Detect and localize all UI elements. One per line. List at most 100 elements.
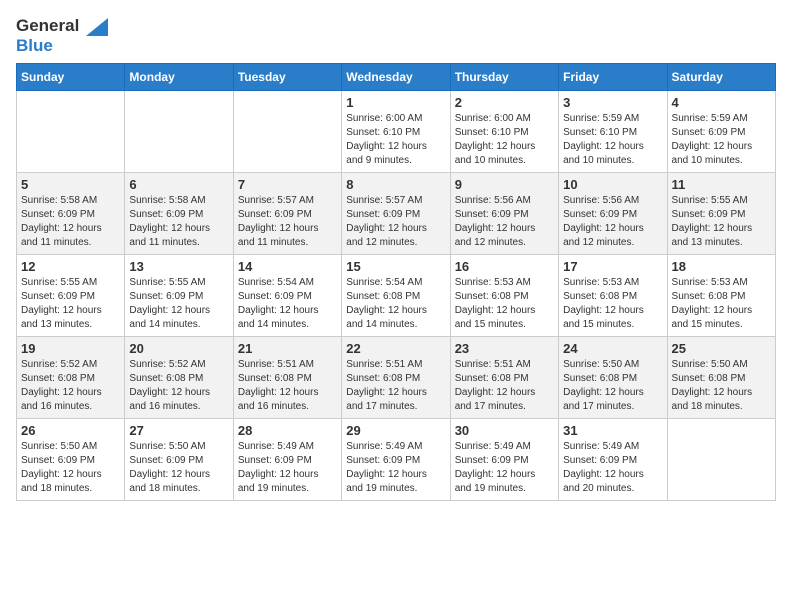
day-info: Sunrise: 5:53 AM Sunset: 6:08 PM Dayligh…: [672, 276, 771, 332]
calendar-cell: 28Sunrise: 5:49 AM Sunset: 6:09 PM Dayli…: [233, 419, 341, 501]
calendar-cell: 30 Sunrise: 5:49 AM Sunset: 6:09 PM Dayli…: [450, 419, 558, 501]
day-info: Sunrise: 5:50 AM Sunset: 6:08 PM Dayligh…: [563, 358, 662, 414]
day-info: Sunrise: 5:54 AM Sunset: 6:08 PM Dayligh…: [346, 276, 445, 332]
day-number: 17: [563, 259, 662, 274]
weekday-header-thursday: Thursday: [450, 64, 558, 91]
day-number: 20: [129, 341, 228, 356]
day-number: 5: [21, 177, 120, 192]
day-number: 6: [129, 177, 228, 192]
calendar-cell: 9 Sunrise: 5:56 AM Sunset: 6:09 PM Daylig…: [450, 173, 558, 255]
day-info: Sunrise: 5:56 AM Sunset: 6:09 PM Dayligh…: [563, 194, 662, 250]
calendar-cell: [125, 91, 233, 173]
calendar-cell: 13 Sunrise: 5:55 AM Sunset: 6:09 PM Dayli…: [125, 255, 233, 337]
day-info: Sunrise: 5:52 AM Sunset: 6:08 PM Dayligh…: [129, 358, 228, 414]
day-info: Sunrise: 5:58 AM Sunset: 6:09 PM Dayligh…: [21, 194, 120, 250]
day-number: 7: [238, 177, 337, 192]
day-number: 19: [21, 341, 120, 356]
calendar-cell: 5 Sunrise: 5:58 AM Sunset: 6:09 PM Daylig…: [17, 173, 125, 255]
day-number: 16: [455, 259, 554, 274]
day-info: Sunrise: 5:51 AM Sunset: 6:08 PM Dayligh…: [238, 358, 337, 414]
day-number: 9: [455, 177, 554, 192]
calendar-cell: 11 Sunrise: 5:55 AM Sunset: 6:09 PM Dayli…: [667, 173, 775, 255]
calendar-cell: 25 Sunrise: 5:50 AM Sunset: 6:08 PM Dayli…: [667, 337, 775, 419]
day-number: 27: [129, 423, 228, 438]
weekday-header-friday: Friday: [559, 64, 667, 91]
day-number: 25: [672, 341, 771, 356]
calendar-week-5: 26 Sunrise: 5:50 AM Sunset: 6:09 PM Dayli…: [17, 419, 776, 501]
calendar-cell: 31 Sunrise: 5:49 AM Sunset: 6:09 PM Dayli…: [559, 419, 667, 501]
day-info: Sunrise: 5:49 AM Sunset: 6:09 PM Dayligh…: [455, 440, 554, 496]
calendar-table: SundayMondayTuesdayWednesdayThursdayFrid…: [16, 63, 776, 501]
calendar-cell: 6Sunrise: 5:58 AM Sunset: 6:09 PM Daylig…: [125, 173, 233, 255]
calendar-cell: 16 Sunrise: 5:53 AM Sunset: 6:08 PM Dayli…: [450, 255, 558, 337]
day-number: 10: [563, 177, 662, 192]
calendar-cell: 15 Sunrise: 5:54 AM Sunset: 6:08 PM Dayli…: [342, 255, 450, 337]
calendar-cell: [233, 91, 341, 173]
calendar-cell: 27 Sunrise: 5:50 AM Sunset: 6:09 PM Dayli…: [125, 419, 233, 501]
weekday-header-saturday: Saturday: [667, 64, 775, 91]
logo-blue: Blue: [16, 36, 108, 56]
weekday-header-monday: Monday: [125, 64, 233, 91]
day-info: Sunrise: 5:51 AM Sunset: 6:08 PM Dayligh…: [346, 358, 445, 414]
day-number: 2: [455, 95, 554, 110]
day-number: 30: [455, 423, 554, 438]
day-info: Sunrise: 5:53 AM Sunset: 6:08 PM Dayligh…: [563, 276, 662, 332]
weekday-header-wednesday: Wednesday: [342, 64, 450, 91]
day-number: 31: [563, 423, 662, 438]
calendar-cell: 8Sunrise: 5:57 AM Sunset: 6:09 PM Daylig…: [342, 173, 450, 255]
day-info: Sunrise: 5:56 AM Sunset: 6:09 PM Dayligh…: [455, 194, 554, 250]
calendar-body: 1 Sunrise: 6:00 AM Sunset: 6:10 PM Daylig…: [17, 91, 776, 501]
calendar-week-1: 1 Sunrise: 6:00 AM Sunset: 6:10 PM Daylig…: [17, 91, 776, 173]
weekday-header-tuesday: Tuesday: [233, 64, 341, 91]
day-number: 23: [455, 341, 554, 356]
day-number: 26: [21, 423, 120, 438]
calendar-cell: 17 Sunrise: 5:53 AM Sunset: 6:08 PM Dayli…: [559, 255, 667, 337]
day-number: 15: [346, 259, 445, 274]
calendar-cell: 22 Sunrise: 5:51 AM Sunset: 6:08 PM Dayli…: [342, 337, 450, 419]
calendar-cell: [667, 419, 775, 501]
day-number: 18: [672, 259, 771, 274]
calendar-cell: 18 Sunrise: 5:53 AM Sunset: 6:08 PM Dayli…: [667, 255, 775, 337]
day-info: Sunrise: 5:49 AM Sunset: 6:09 PM Dayligh…: [563, 440, 662, 496]
day-number: 13: [129, 259, 228, 274]
day-info: Sunrise: 5:59 AM Sunset: 6:10 PM Dayligh…: [563, 112, 662, 168]
day-info: Sunrise: 5:50 AM Sunset: 6:08 PM Dayligh…: [672, 358, 771, 414]
day-number: 12: [21, 259, 120, 274]
day-info: Sunrise: 6:00 AM Sunset: 6:10 PM Dayligh…: [346, 112, 445, 168]
day-info: Sunrise: 5:53 AM Sunset: 6:08 PM Dayligh…: [455, 276, 554, 332]
day-info: Sunrise: 5:49 AM Sunset: 6:09 PM Dayligh…: [238, 440, 337, 496]
calendar-cell: 29 Sunrise: 5:49 AM Sunset: 6:09 PM Dayli…: [342, 419, 450, 501]
day-info: Sunrise: 6:00 AM Sunset: 6:10 PM Dayligh…: [455, 112, 554, 168]
calendar-cell: 20 Sunrise: 5:52 AM Sunset: 6:08 PM Dayli…: [125, 337, 233, 419]
day-number: 22: [346, 341, 445, 356]
day-number: 11: [672, 177, 771, 192]
day-info: Sunrise: 5:57 AM Sunset: 6:09 PM Dayligh…: [238, 194, 337, 250]
day-number: 1: [346, 95, 445, 110]
calendar-cell: 4 Sunrise: 5:59 AM Sunset: 6:09 PM Daylig…: [667, 91, 775, 173]
calendar-week-2: 5 Sunrise: 5:58 AM Sunset: 6:09 PM Daylig…: [17, 173, 776, 255]
calendar-cell: 24 Sunrise: 5:50 AM Sunset: 6:08 PM Dayli…: [559, 337, 667, 419]
logo-icon: [86, 18, 108, 36]
day-number: 24: [563, 341, 662, 356]
calendar-cell: 1 Sunrise: 6:00 AM Sunset: 6:10 PM Daylig…: [342, 91, 450, 173]
calendar-week-4: 19 Sunrise: 5:52 AM Sunset: 6:08 PM Dayli…: [17, 337, 776, 419]
day-info: Sunrise: 5:54 AM Sunset: 6:09 PM Dayligh…: [238, 276, 337, 332]
day-number: 29: [346, 423, 445, 438]
calendar-cell: 23 Sunrise: 5:51 AM Sunset: 6:08 PM Dayli…: [450, 337, 558, 419]
calendar-cell: 12Sunrise: 5:55 AM Sunset: 6:09 PM Dayli…: [17, 255, 125, 337]
day-info: Sunrise: 5:57 AM Sunset: 6:09 PM Dayligh…: [346, 194, 445, 250]
page-header: General Blue: [16, 16, 776, 55]
calendar-cell: [17, 91, 125, 173]
calendar-cell: 3Sunrise: 5:59 AM Sunset: 6:10 PM Daylig…: [559, 91, 667, 173]
day-number: 4: [672, 95, 771, 110]
weekday-header-row: SundayMondayTuesdayWednesdayThursdayFrid…: [17, 64, 776, 91]
day-info: Sunrise: 5:59 AM Sunset: 6:09 PM Dayligh…: [672, 112, 771, 168]
day-info: Sunrise: 5:50 AM Sunset: 6:09 PM Dayligh…: [129, 440, 228, 496]
day-info: Sunrise: 5:51 AM Sunset: 6:08 PM Dayligh…: [455, 358, 554, 414]
day-info: Sunrise: 5:49 AM Sunset: 6:09 PM Dayligh…: [346, 440, 445, 496]
day-info: Sunrise: 5:55 AM Sunset: 6:09 PM Dayligh…: [672, 194, 771, 250]
day-info: Sunrise: 5:55 AM Sunset: 6:09 PM Dayligh…: [129, 276, 228, 332]
day-info: Sunrise: 5:50 AM Sunset: 6:09 PM Dayligh…: [21, 440, 120, 496]
day-info: Sunrise: 5:52 AM Sunset: 6:08 PM Dayligh…: [21, 358, 120, 414]
calendar-cell: 14Sunrise: 5:54 AM Sunset: 6:09 PM Dayli…: [233, 255, 341, 337]
